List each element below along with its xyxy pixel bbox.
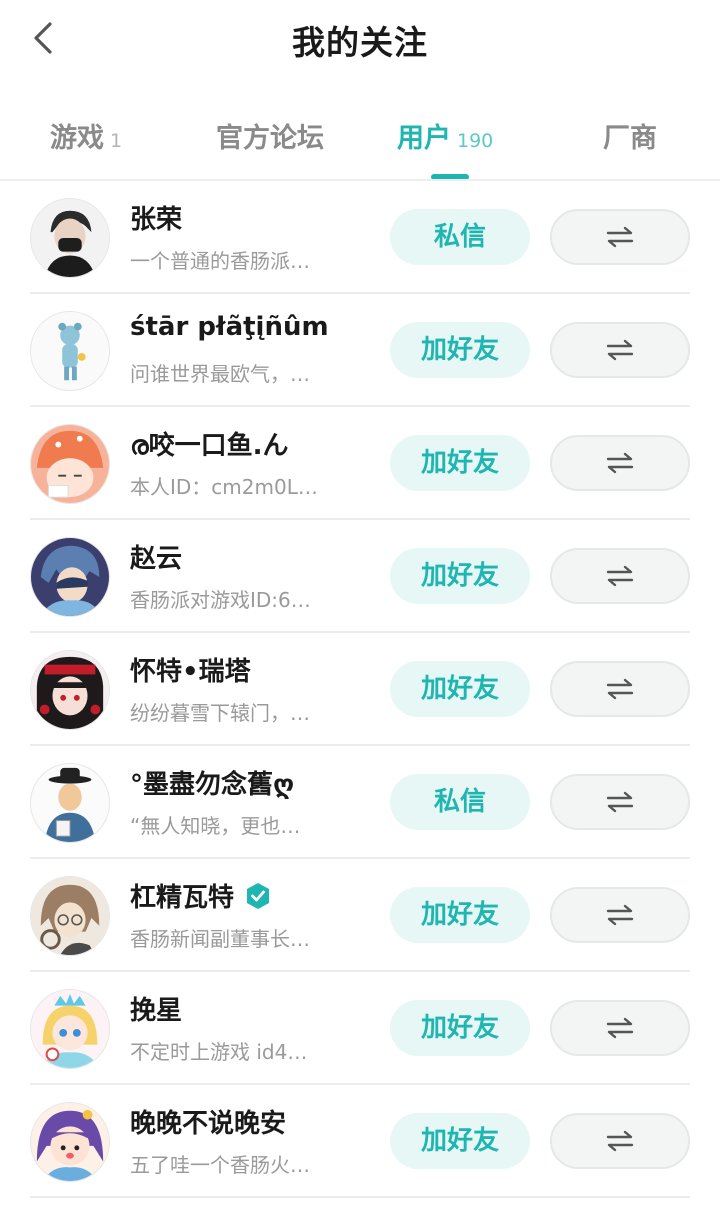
swap-arrows-icon [606,1130,634,1152]
add-friend-button[interactable]: 加好友 [390,661,530,717]
list-item[interactable]: 晚晚不说晚安 五了哇一个香肠火… 加好友 [0,1085,720,1198]
user-bio: 一个普通的香肠派… [130,249,310,273]
tab-games[interactable]: 游戏 1 [50,116,122,160]
tab-label: 厂商 [603,123,657,154]
mutual-follow-button[interactable] [550,209,690,265]
user-bio: 五了哇一个香肠火… [130,1153,310,1177]
mutual-follow-button[interactable] [550,322,690,378]
mutual-follow-button[interactable] [550,661,690,717]
user-bio: 纷纷暮雪下辕门，… [130,701,310,725]
avatar[interactable] [30,424,110,504]
mutual-follow-button[interactable] [550,435,690,491]
list-item[interactable]: 张荣 一个普通的香肠派… 私信 [0,181,720,294]
swap-arrows-icon [606,452,634,474]
list-item[interactable]: śtār płãţįñûm 问谁世界最欧气，… 加好友 [0,294,720,407]
user-bio: 问谁世界最欧气，… [130,362,310,386]
user-name: 怀特•瑞塔 [130,657,251,687]
user-name: ര咬一口鱼.ん [130,431,289,461]
user-name: 挽星 [130,996,183,1026]
user-bio: 香肠新闻副董事长… [130,927,310,951]
avatar[interactable] [30,537,110,617]
user-name: śtār płãţįñûm [130,312,329,342]
tab-count: 1 [110,130,123,152]
swap-arrows-icon [606,904,634,926]
mutual-follow-button[interactable] [550,887,690,943]
list-item[interactable]: 挽星 不定时上游戏 id4… 加好友 [0,972,720,1085]
add-friend-button[interactable]: 加好友 [390,887,530,943]
tab-label: 官方论坛 [216,123,324,154]
avatar[interactable] [30,1102,110,1182]
message-button[interactable]: 私信 [390,209,530,265]
user-bio: 不定时上游戏 id4… [130,1040,308,1064]
tab-label: 游戏 [50,123,104,154]
avatar[interactable] [30,198,110,278]
header: 我的关注 [0,0,720,80]
message-button[interactable]: 私信 [390,774,530,830]
avatar[interactable] [30,650,110,730]
user-name: 晚晚不说晚安 [130,1109,287,1139]
page-title: 我的关注 [292,23,428,62]
user-name: °墨盡勿念舊ღ [130,770,295,800]
mutual-follow-button[interactable] [550,1113,690,1169]
mutual-follow-button[interactable] [550,1000,690,1056]
tab-vendors[interactable]: 厂商 [603,116,657,160]
list-item[interactable]: 赵云 香肠派对游戏ID:6… 加好友 [0,520,720,633]
swap-arrows-icon [606,678,634,700]
add-friend-button[interactable]: 加好友 [390,435,530,491]
user-name: 张荣 [130,205,183,235]
add-friend-button[interactable]: 加好友 [390,1113,530,1169]
user-name: 杠精瓦特 [130,877,272,914]
mutual-follow-button[interactable] [550,548,690,604]
verified-badge-icon [244,882,272,910]
mutual-follow-button[interactable] [550,774,690,830]
swap-arrows-icon [606,339,634,361]
tab-official-forum[interactable]: 官方论坛 [216,116,324,160]
tab-bar: 游戏 1 官方论坛 用户 190 厂商 [0,96,720,180]
user-bio: “無人知晓，更也… [130,814,301,838]
avatar[interactable] [30,876,110,956]
add-friend-button[interactable]: 加好友 [390,322,530,378]
swap-arrows-icon [606,565,634,587]
avatar[interactable] [30,311,110,391]
user-list: 张荣 一个普通的香肠派… 私信 śtār płãţįñûm 问谁世界最欧气，… … [0,181,720,1198]
swap-arrows-icon [606,1017,634,1039]
list-item[interactable]: °墨盡勿念舊ღ “無人知晓，更也… 私信 [0,746,720,859]
list-item[interactable]: 怀特•瑞塔 纷纷暮雪下辕门，… 加好友 [0,633,720,746]
user-bio: 香肠派对游戏ID:6… [130,588,311,612]
avatar[interactable] [30,989,110,1069]
list-item[interactable]: 杠精瓦特 香肠新闻副董事长… 加好友 [0,859,720,972]
add-friend-button[interactable]: 加好友 [390,548,530,604]
swap-arrows-icon [606,226,634,248]
swap-arrows-icon [606,791,634,813]
avatar[interactable] [30,763,110,843]
tab-users[interactable]: 用户 190 [397,116,493,160]
list-item[interactable]: ര咬一口鱼.ん 本人ID：cm2m0L… 加好友 [0,407,720,520]
add-friend-button[interactable]: 加好友 [390,1000,530,1056]
tab-label: 用户 [397,123,451,154]
user-name: 赵云 [130,544,183,574]
tab-count: 190 [457,130,494,152]
user-bio: 本人ID：cm2m0L… [130,475,318,499]
